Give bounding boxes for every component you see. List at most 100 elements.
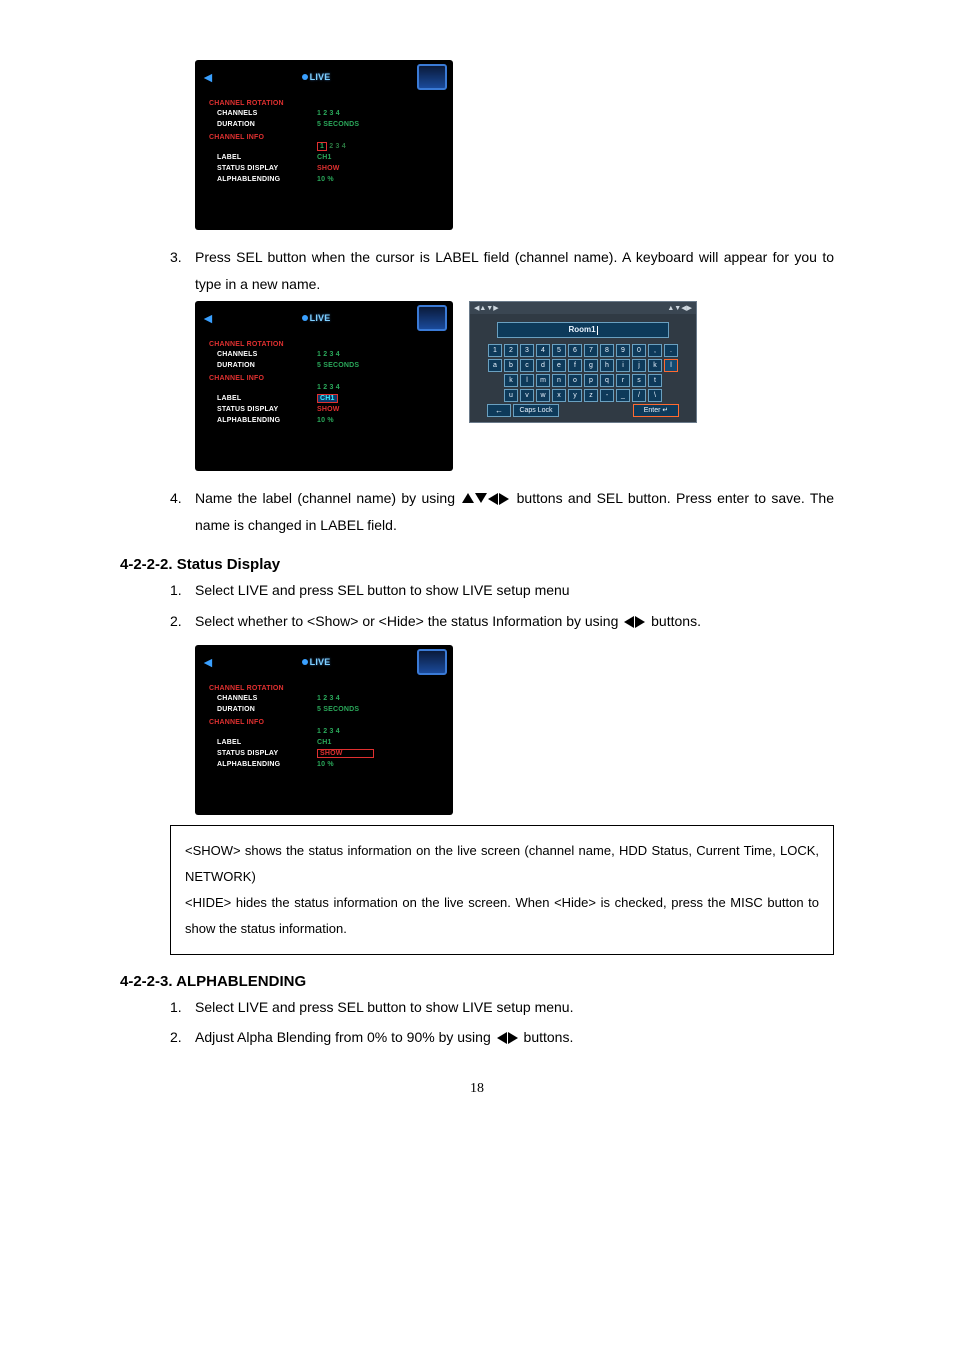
arrow-left-icon — [488, 493, 498, 505]
kb-key: t — [648, 374, 662, 387]
back-arrow-icon: ◄ — [201, 658, 215, 666]
step-number: 3. — [170, 244, 195, 297]
alphablending-label: ALPHABLENDING — [209, 174, 317, 185]
menu-title: LIVE — [310, 72, 331, 82]
globe-icon — [302, 659, 308, 665]
kb-key: g — [584, 359, 598, 372]
kb-key: - — [600, 389, 614, 402]
kb-key: l — [520, 374, 534, 387]
kb-key: 0 — [632, 344, 646, 357]
onscreen-keyboard-screenshot: ◀▲▼▶ ▲▼◀▶ Room1 1234567890,. abcdefghijk… — [469, 301, 697, 423]
kb-key: f — [568, 359, 582, 372]
back-arrow-icon: ◄ — [201, 314, 215, 322]
note-line-1: <SHOW> shows the status information on t… — [185, 838, 819, 890]
kb-key: k — [504, 374, 518, 387]
kb-key: 5 — [552, 344, 566, 357]
label-value-selected: CH1 — [317, 393, 338, 404]
status-display-value-selected: SHOW — [317, 748, 374, 759]
kb-key: 1 — [488, 344, 502, 357]
arrow-left-icon — [624, 616, 634, 628]
kb-key: a — [488, 359, 502, 372]
status-display-value: SHOW — [317, 163, 340, 174]
kb-key: , — [648, 344, 662, 357]
back-arrow-icon: ◄ — [201, 73, 215, 81]
kb-key: z — [584, 389, 598, 402]
kb-key: 4 — [536, 344, 550, 357]
show-hide-note: <SHOW> shows the status information on t… — [170, 825, 834, 955]
duration-value: 5 SECONDS — [317, 119, 359, 130]
dpad-icons — [462, 493, 509, 505]
kb-key: n — [552, 374, 566, 387]
alphablending-value: 10 % — [317, 174, 334, 185]
kb-key: \ — [648, 389, 662, 402]
arrow-up-icon — [462, 493, 474, 503]
kb-key: 3 — [520, 344, 534, 357]
kb-key: j — [632, 359, 646, 372]
label-value: CH1 — [317, 152, 332, 163]
page-number: 18 — [120, 1081, 834, 1097]
arrow-left-icon — [497, 1032, 507, 1044]
live-setup-screenshot-3: ◄ LIVE CHANNEL ROTATION CHANNELS1 2 3 4 … — [195, 645, 453, 815]
channels-label: CHANNELS — [209, 108, 317, 119]
kb-backspace-key: ← — [487, 404, 511, 417]
lr-arrow-icons — [624, 616, 645, 628]
kb-key: m — [536, 374, 550, 387]
kb-key: / — [632, 389, 646, 402]
kb-key: 2 — [504, 344, 518, 357]
alpha-step-1: 1. Select LIVE and press SEL button to s… — [170, 994, 834, 1021]
kb-key: w — [536, 389, 550, 402]
step-4: 4. Name the label (channel name) by usin… — [170, 485, 834, 538]
alpha-step-2: 2. Adjust Alpha Blending from 0% to 90% … — [170, 1024, 834, 1051]
kb-topbar-left: ◀▲▼▶ — [474, 304, 499, 312]
kb-key: i — [616, 359, 630, 372]
kb-key: d — [536, 359, 550, 372]
kb-enter-key: Enter ↵ — [633, 404, 679, 417]
arrow-right-icon — [508, 1032, 518, 1044]
globe-icon — [302, 74, 308, 80]
heading-status-display: 4-2-2-2. Status Display — [120, 556, 834, 573]
status-step-2: 2. Select whether to <Show> or <Hide> th… — [170, 608, 834, 635]
section-channel-rotation: CHANNEL ROTATION — [209, 100, 443, 107]
kb-key: x — [552, 389, 566, 402]
kb-key: q — [600, 374, 614, 387]
status-display-label: STATUS DISPLAY — [209, 163, 317, 174]
step-text: Name the label (channel name) by using b… — [195, 485, 834, 538]
note-line-2: <HIDE> hides the status information on t… — [185, 890, 819, 942]
kb-input-field: Room1 — [497, 322, 669, 338]
menu-title: LIVE — [310, 313, 331, 323]
kb-key: r — [616, 374, 630, 387]
arrow-down-icon — [475, 493, 487, 503]
kb-keys: 1234567890,. abcdefghijkl klmnopqrst uvw… — [476, 344, 690, 417]
kb-key: p — [584, 374, 598, 387]
section-channel-info: CHANNEL INFO — [209, 134, 443, 141]
arrow-right-icon — [635, 616, 645, 628]
kb-key: o — [568, 374, 582, 387]
kb-key: c — [520, 359, 534, 372]
channel-info-value: 1 2 3 4 — [317, 141, 346, 152]
kb-key: y — [568, 389, 582, 402]
kb-key: k — [648, 359, 662, 372]
step-text: Press SEL button when the cursor is LABE… — [195, 244, 834, 297]
kb-topbar-right: ▲▼◀▶ — [667, 304, 692, 312]
label-label: LABEL — [209, 152, 317, 163]
heading-alphablending: 4-2-2-3. ALPHABLENDING — [120, 973, 834, 990]
kb-key: 8 — [600, 344, 614, 357]
lr-arrow-icons — [497, 1032, 518, 1044]
kb-key: h — [600, 359, 614, 372]
step-number: 4. — [170, 485, 195, 538]
kb-key: s — [632, 374, 646, 387]
kb-key: 6 — [568, 344, 582, 357]
kb-key: _ — [616, 389, 630, 402]
globe-icon — [302, 315, 308, 321]
monitor-icon — [417, 305, 447, 331]
status-step-1: 1. Select LIVE and press SEL button to s… — [170, 577, 834, 604]
kb-key: . — [664, 344, 678, 357]
kb-key: e — [552, 359, 566, 372]
kb-key: 7 — [584, 344, 598, 357]
duration-label: DURATION — [209, 119, 317, 130]
monitor-icon — [417, 649, 447, 675]
live-setup-screenshot-2: ◄ LIVE CHANNEL ROTATION CHANNELS1 2 3 4 … — [195, 301, 453, 471]
channels-value: 1 2 3 4 — [317, 108, 340, 119]
menu-title: LIVE — [310, 657, 331, 667]
kb-key: v — [520, 389, 534, 402]
